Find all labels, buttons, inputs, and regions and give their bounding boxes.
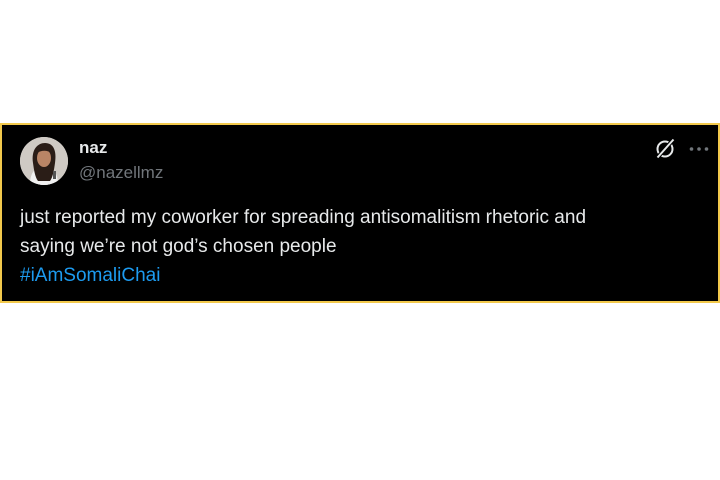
tweet-text-line: saying we’re not god’s chosen people bbox=[20, 236, 337, 257]
author-name[interactable]: naz bbox=[79, 138, 107, 158]
page: naz @nazellmz just reported my coworker … bbox=[0, 0, 720, 480]
author-handle[interactable]: @nazellmz bbox=[79, 163, 163, 183]
tweet-card[interactable]: naz @nazellmz just reported my coworker … bbox=[0, 123, 720, 303]
tweet-text: just reported my coworker for spreading … bbox=[20, 203, 710, 290]
avatar-photo bbox=[20, 137, 68, 185]
tweet-text-line: just reported my coworker for spreading … bbox=[20, 207, 587, 228]
avatar[interactable] bbox=[20, 137, 68, 185]
grok-icon[interactable] bbox=[653, 137, 677, 161]
hashtag-link[interactable]: #iAmSomaliChai bbox=[20, 261, 710, 290]
more-options-icon[interactable] bbox=[688, 139, 710, 159]
